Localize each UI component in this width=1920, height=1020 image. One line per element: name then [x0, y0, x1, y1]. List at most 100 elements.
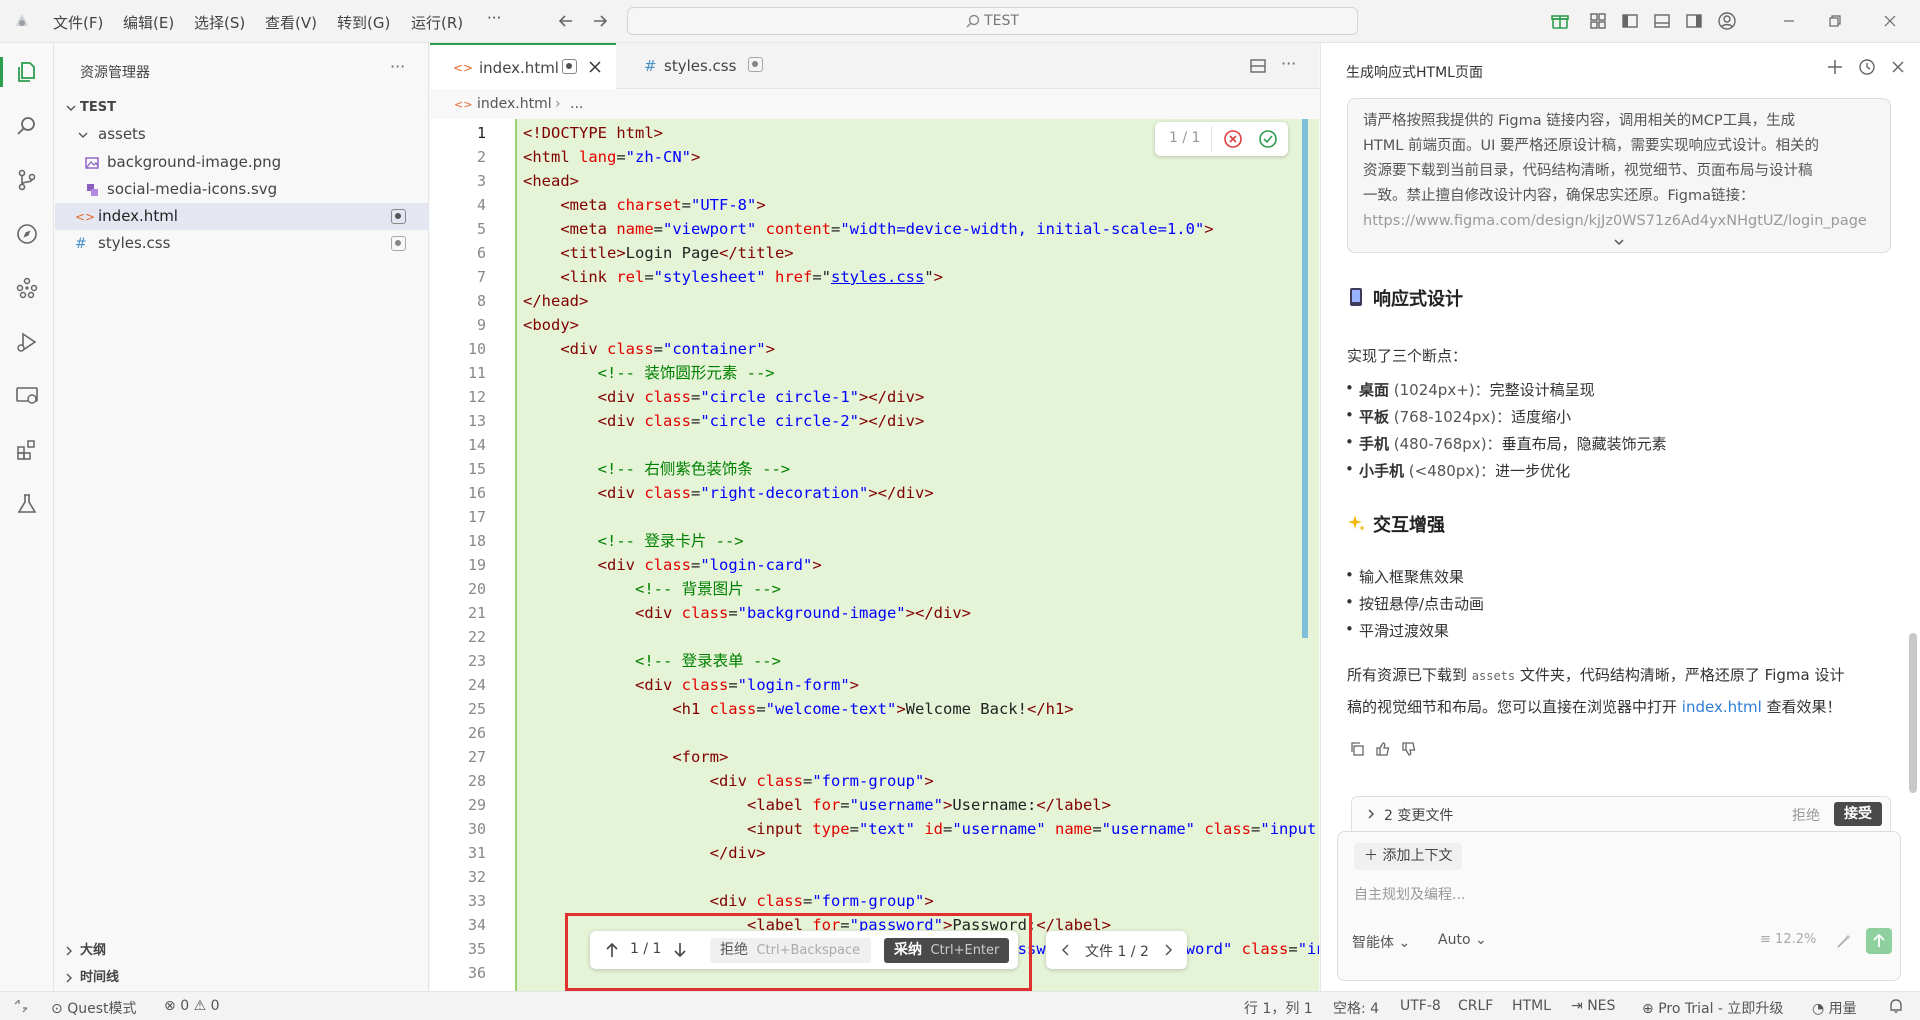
run-debug-icon[interactable] — [14, 329, 40, 355]
toggle-primary-sidebar-icon[interactable] — [1620, 11, 1640, 31]
tree-file-index-html[interactable]: <> index.html — [55, 203, 429, 230]
accept-change-button[interactable]: 采纳 Ctrl+Enter — [884, 938, 1009, 963]
accept-circle-icon[interactable] — [1258, 129, 1278, 149]
reject-circle-icon[interactable] — [1223, 129, 1243, 149]
menu-more[interactable]: ··· — [487, 9, 501, 27]
code-token: class — [681, 604, 729, 622]
history-icon[interactable] — [1858, 58, 1876, 76]
timeline-section[interactable]: 时间线 — [55, 964, 429, 991]
remote-explorer-icon[interactable] — [14, 383, 40, 409]
copy-icon[interactable] — [1349, 741, 1365, 757]
chevron-down-icon[interactable] — [1612, 238, 1626, 248]
outline-section[interactable]: 大纲 — [55, 937, 429, 964]
language-mode[interactable]: HTML — [1512, 998, 1551, 1014]
thumbs-up-icon[interactable] — [1375, 741, 1391, 757]
chevron-right-icon[interactable] — [1162, 943, 1174, 957]
thumbs-down-icon[interactable] — [1401, 741, 1417, 757]
menu-file[interactable]: 文件(F) — [53, 12, 103, 33]
search-icon[interactable] — [14, 113, 40, 139]
tab-index-html[interactable]: <> index.html — [430, 43, 616, 89]
line-ending[interactable]: CRLF — [1458, 998, 1493, 1014]
testing-flask-icon[interactable] — [14, 491, 40, 517]
tree-file-styles-css[interactable]: # styles.css — [55, 230, 429, 257]
tree-file-social-media-icons[interactable]: social-media-icons.svg — [55, 176, 429, 203]
accept-shortcut: Ctrl+Enter — [930, 943, 1000, 958]
arrow-up-icon[interactable] — [604, 941, 620, 959]
pro-trial-upgrade[interactable]: ⊕ Pro Trial - 立即升级 — [1642, 998, 1783, 1018]
send-button[interactable] — [1866, 928, 1892, 954]
toggle-panel-icon[interactable] — [1652, 11, 1672, 31]
split-editor-icon[interactable] — [1249, 57, 1267, 75]
prompt-link[interactable]: https://www.figma.com/design/kjJz0WS71z6… — [1363, 209, 1875, 234]
accept-all-button[interactable]: 接受 — [1834, 802, 1882, 826]
problems-indicator[interactable]: ⊗ 0 ⚠ 0 — [164, 998, 220, 1014]
encoding[interactable]: UTF-8 — [1400, 998, 1441, 1014]
code-token: <div — [597, 412, 645, 430]
code-token: <!-- 登录表单 --> — [634, 652, 781, 670]
gauge-icon: ◔ — [1812, 1001, 1825, 1017]
notification-bell-icon[interactable] — [1887, 997, 1905, 1015]
minimize-icon[interactable] — [1779, 11, 1799, 31]
tree-folder-assets[interactable]: assets — [55, 121, 429, 148]
menu-run[interactable]: 运行(R) — [411, 12, 463, 33]
close-tab-icon[interactable] — [588, 60, 602, 74]
breadcrumb-file[interactable]: index.html — [477, 96, 552, 112]
code-editor[interactable]: <!DOCTYPE html> <html lang="zh-CN"> <head>… — [515, 119, 1319, 991]
close-window-icon[interactable] — [1880, 11, 1900, 31]
indentation[interactable]: 空格: 4 — [1333, 998, 1379, 1018]
changed-files-bar[interactable]: 2 变更文件 拒绝 接受 — [1351, 796, 1891, 832]
remote-connection-icon[interactable] — [12, 997, 30, 1015]
flow-graph-icon[interactable] — [14, 275, 40, 301]
code-token: > — [849, 676, 859, 694]
chevron-left-icon[interactable] — [1060, 943, 1072, 957]
new-chat-icon[interactable] — [1826, 58, 1844, 76]
usage-button[interactable]: ◔ 用量 — [1812, 998, 1857, 1018]
code-token: = — [802, 892, 813, 910]
restore-icon[interactable] — [1825, 11, 1845, 31]
extensions-icon[interactable] — [14, 437, 40, 463]
tree-file-background-image[interactable]: background-image.png — [55, 149, 429, 176]
model-dropdown[interactable]: Auto ⌄ — [1438, 932, 1487, 948]
back-arrow-icon[interactable] — [556, 11, 576, 31]
source-control-icon[interactable] — [14, 167, 40, 193]
chat-scrollbar[interactable] — [1909, 633, 1917, 793]
agent-mode-dropdown[interactable]: 智能体 ⌄ — [1352, 932, 1410, 952]
modified-indicator — [391, 236, 406, 251]
menu-edit[interactable]: 编辑(E) — [123, 12, 174, 33]
line-number: 6 — [476, 244, 486, 262]
index-html-link[interactable]: index.html — [1682, 698, 1762, 716]
menu-selection[interactable]: 选择(S) — [194, 12, 245, 33]
account-icon[interactable] — [1717, 11, 1737, 31]
tab-styles-css[interactable]: # styles.css — [616, 43, 796, 89]
layout-grid-icon[interactable] — [1588, 11, 1608, 31]
explorer-icon[interactable] — [14, 59, 40, 85]
gift-icon[interactable] — [1550, 11, 1570, 31]
cursor-position[interactable]: 行 1，列 1 — [1244, 998, 1313, 1018]
bp-range: (768-1024px)： — [1389, 408, 1512, 426]
code-token: "login-card" — [700, 556, 813, 574]
editor-more-button[interactable]: ··· — [1281, 54, 1296, 73]
compass-icon[interactable] — [14, 221, 40, 247]
code-token[interactable]: styles.css — [831, 268, 924, 286]
chat-input[interactable]: 自主规划及编程... — [1354, 884, 1884, 908]
breadcrumb-rest[interactable]: ... — [570, 96, 583, 112]
explorer-more-button[interactable]: ··· — [390, 57, 405, 76]
magic-wand-icon[interactable] — [1835, 932, 1853, 950]
code-token: Username: — [952, 796, 1037, 814]
arrow-down-icon[interactable] — [672, 941, 688, 959]
command-search-box[interactable]: TEST — [627, 7, 1358, 35]
add-context-button[interactable]: ＋ 添加上下文 — [1354, 843, 1463, 870]
toggle-secondary-sidebar-icon[interactable] — [1684, 11, 1704, 31]
code-line: <title>Login Page</title> — [523, 241, 793, 265]
status-bar: ⊙ Quest模式 ⊗ 0 ⚠ 0 行 1，列 1 空格: 4 UTF-8 CR… — [0, 991, 1920, 1020]
tree-root-folder[interactable]: TEST — [55, 94, 429, 121]
nes-toggle[interactable]: ⇥ NES — [1571, 998, 1615, 1014]
reject-all-button[interactable]: 拒绝 — [1792, 805, 1820, 825]
forward-arrow-icon[interactable] — [590, 11, 610, 31]
close-icon[interactable] — [1889, 58, 1907, 76]
menu-view[interactable]: 查看(V) — [265, 12, 317, 33]
menu-go[interactable]: 转到(G) — [337, 12, 390, 33]
line-number: 7 — [476, 268, 486, 286]
quest-mode-button[interactable]: ⊙ Quest模式 — [51, 998, 136, 1018]
reject-change-button[interactable]: 拒绝 Ctrl+Backspace — [710, 938, 871, 963]
